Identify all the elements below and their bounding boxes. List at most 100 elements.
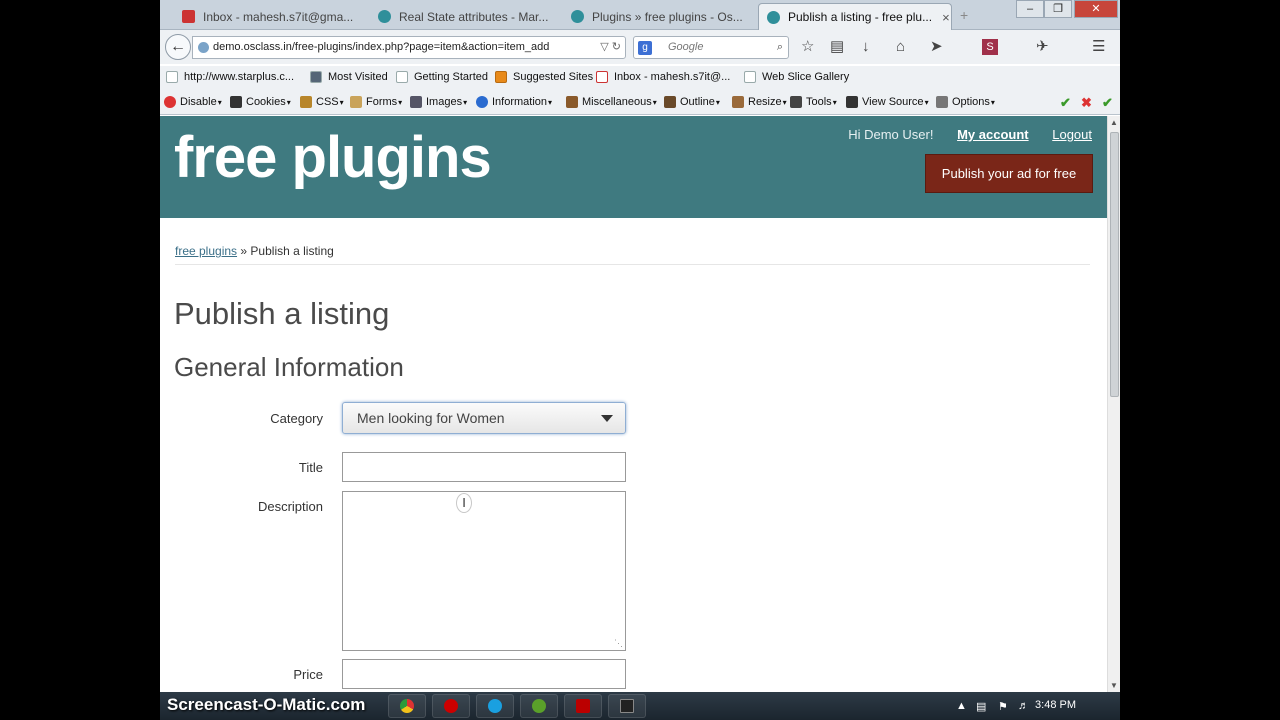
category-select[interactable]: Men looking for Women	[342, 402, 626, 434]
breadcrumb: free plugins » Publish a listing	[175, 244, 334, 258]
volume-icon[interactable]: ♬	[1018, 700, 1029, 712]
search-input[interactable]: g Google ⌕	[633, 36, 789, 59]
vertical-scrollbar[interactable]: ▲ ▼	[1107, 116, 1120, 692]
devtool-images[interactable]: Images ▾	[410, 96, 467, 108]
user-nav: Hi Demo User! My account Logout	[848, 127, 1092, 142]
network-icon[interactable]: ▤	[976, 700, 986, 713]
my-account-link[interactable]: My account	[957, 127, 1029, 142]
watermark-text: Screencast-O-Matic.com	[167, 695, 366, 714]
taskbar-opera[interactable]	[432, 694, 470, 718]
bookmark-label: Most Visited	[328, 71, 388, 83]
home-icon[interactable]: ⌂	[896, 39, 905, 55]
minimize-button[interactable]: –	[1016, 0, 1044, 18]
google-icon[interactable]: g	[638, 41, 652, 55]
devtool-resize[interactable]: Resize ▾	[732, 96, 787, 108]
bookmarks-list-icon[interactable]: ▤	[830, 39, 844, 55]
devtool-options[interactable]: Options ▾	[936, 96, 995, 108]
tab-close-icon[interactable]: ×	[942, 10, 950, 25]
devtool-css[interactable]: CSS ▾	[300, 96, 344, 108]
tab-real-state-attributes[interactable]: Real State attributes - Mar...	[370, 3, 558, 30]
tab-label: Real State attributes - Mar...	[399, 9, 549, 24]
page-viewport: free plugins Hi Demo User! My account Lo…	[160, 116, 1107, 692]
resize-icon	[732, 96, 744, 108]
taskbar-terminal[interactable]	[608, 694, 646, 718]
new-tab-button[interactable]: +	[960, 7, 968, 23]
web-developer-toolbar: Disable ▾ Cookies ▾ CSS ▾ Forms ▾ Images ▾ In…	[160, 90, 1120, 115]
taskbar-chrome[interactable]	[388, 694, 426, 718]
divider	[175, 264, 1090, 265]
navigation-bar: ← demo.osclass.in/free-plugins/index.php…	[160, 30, 1120, 64]
devtool-label: View Source	[862, 96, 924, 108]
section-title: General Information	[174, 352, 404, 382]
devtool-label: Outline	[680, 96, 715, 108]
devtool-miscellaneous[interactable]: Miscellaneous ▾	[566, 96, 657, 108]
search-icon[interactable]: ⌕	[777, 37, 783, 58]
app-icon	[532, 699, 546, 713]
close-window-button[interactable]: ✕	[1074, 0, 1118, 18]
devtool-forms[interactable]: Forms ▾	[350, 96, 402, 108]
bookmark-inbox[interactable]: Inbox - mahesh.s7it@...	[596, 71, 730, 83]
options-icon	[936, 96, 948, 108]
tab-publish-listing[interactable]: Publish a listing - free plu... ×	[758, 3, 952, 30]
taskbar-filezilla[interactable]	[564, 694, 602, 718]
extension-icon[interactable]: ✈	[1036, 39, 1049, 55]
scrollbar-thumb[interactable]	[1110, 132, 1119, 397]
publish-ad-button[interactable]: Publish your ad for free	[925, 154, 1093, 193]
devtool-disable[interactable]: Disable ▾	[164, 96, 222, 108]
osclass-icon	[571, 10, 584, 23]
price-label: Price	[293, 667, 323, 682]
clock[interactable]: 3:48 PM	[1035, 699, 1076, 711]
page-icon	[396, 71, 408, 83]
scroll-down-icon[interactable]: ▼	[1110, 681, 1118, 690]
devtool-outline[interactable]: Outline ▾	[664, 96, 720, 108]
devtool-label: Disable	[180, 96, 217, 108]
devtool-label: Resize	[748, 96, 782, 108]
devtool-label: Cookies	[246, 96, 286, 108]
tab-plugins[interactable]: Plugins » free plugins - Os...	[563, 3, 751, 30]
stylish-icon[interactable]: S	[982, 39, 998, 55]
bookmark-label: Getting Started	[414, 71, 488, 83]
devtool-tools[interactable]: Tools ▾	[790, 96, 837, 108]
breadcrumb-home-link[interactable]: free plugins	[175, 244, 237, 258]
bookmark-starplus[interactable]: http://www.starplus.c...	[166, 71, 294, 83]
bookmark-label: http://www.starplus.c...	[184, 71, 295, 83]
bookmark-getting-started[interactable]: Getting Started	[396, 71, 488, 83]
tab-label: Plugins » free plugins - Os...	[592, 9, 743, 24]
devtool-cookies[interactable]: Cookies ▾	[230, 96, 291, 108]
dropdown-arrow-icon	[601, 415, 613, 422]
flag-icon[interactable]: ⚑	[998, 700, 1008, 713]
tray-expand-icon[interactable]: ▲	[956, 700, 967, 712]
devtool-view-source[interactable]: View Source ▾	[846, 96, 929, 108]
osclass-icon	[767, 10, 780, 24]
bookmark-suggested-sites[interactable]: Suggested Sites	[495, 71, 593, 83]
validate-html-icon[interactable]: ✔	[1102, 95, 1113, 111]
resize-grip-icon[interactable]: ⋱	[614, 639, 623, 648]
maximize-button[interactable]: ❐	[1044, 0, 1072, 18]
addon-icon[interactable]: ➤	[930, 39, 943, 55]
download-icon[interactable]: ↓	[862, 39, 870, 55]
site-identity-icon[interactable]	[198, 42, 209, 53]
menu-icon[interactable]: ☰	[1092, 39, 1105, 55]
reload-icon[interactable]: ▽ ↻	[600, 37, 621, 58]
tab-strip: Inbox - mahesh.s7it@gma... Real State at…	[160, 0, 1120, 30]
devtool-label: Miscellaneous	[582, 96, 652, 108]
address-bar[interactable]: demo.osclass.in/free-plugins/index.php?p…	[192, 36, 626, 59]
bookmark-star-icon[interactable]: ☆	[801, 39, 814, 55]
taskbar-app[interactable]	[520, 694, 558, 718]
site-logo[interactable]: free plugins	[174, 124, 492, 191]
back-button[interactable]: ←	[165, 34, 191, 60]
price-input[interactable]	[342, 659, 626, 689]
taskbar-skype[interactable]	[476, 694, 514, 718]
logout-link[interactable]: Logout	[1052, 127, 1092, 142]
title-input[interactable]	[342, 452, 626, 482]
folder-icon	[310, 71, 322, 83]
devtool-label: Information	[492, 96, 548, 108]
bookmark-web-slice-gallery[interactable]: Web Slice Gallery	[744, 71, 849, 83]
error-icon[interactable]: ✖	[1081, 95, 1092, 111]
validate-css-icon[interactable]: ✔	[1060, 95, 1071, 111]
devtool-information[interactable]: Information ▾	[476, 96, 552, 108]
scroll-up-icon[interactable]: ▲	[1110, 118, 1118, 127]
tab-gmail[interactable]: Inbox - mahesh.s7it@gma...	[174, 3, 362, 30]
bookmark-most-visited[interactable]: Most Visited	[310, 71, 388, 83]
description-textarea[interactable]: ⋱	[342, 491, 626, 651]
